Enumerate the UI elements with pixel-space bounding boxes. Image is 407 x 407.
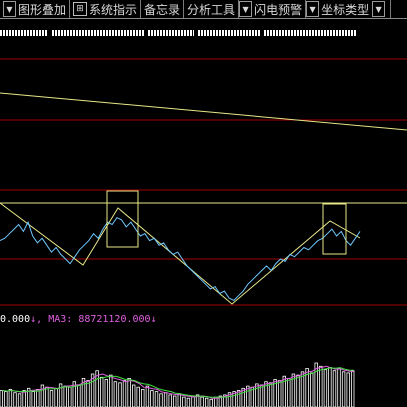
toolbar-overlay-label: 图形叠加: [18, 2, 67, 17]
volume-bar: [300, 371, 305, 407]
volume-bar: [31, 391, 35, 407]
chevron-down-icon[interactable]: ▼: [372, 1, 386, 17]
volume-bar: [150, 390, 154, 407]
top-toolbar: ▼ 图形叠加 ⊞ 系统指示 备忘录 分析工具 ▼ 闪电预警 ▼ 坐标类型 ▼: [0, 0, 407, 19]
volume-bar: [4, 391, 8, 407]
volume-bar: [54, 387, 58, 407]
volume-bar: [268, 382, 273, 407]
volume-bar: [163, 392, 168, 407]
volume-bar: [319, 365, 323, 407]
volume-bar: [191, 395, 195, 407]
volume-bar: [172, 395, 177, 407]
volume-bar: [36, 388, 40, 407]
volume-bar: [323, 369, 328, 407]
stats-strip: [0, 30, 407, 37]
trend-line: [0, 92, 407, 131]
volume-bar: [309, 372, 314, 407]
volume-bar: [17, 393, 22, 407]
toolbar-overlay-button[interactable]: ▼ 图形叠加: [0, 0, 71, 18]
volume-indicator-legend: 0.000↓, MA3: 88721120.000↓: [0, 314, 157, 325]
volume-bar: [337, 368, 341, 407]
volume-bar: [100, 376, 104, 407]
volume-bar: [63, 385, 67, 407]
volume-bar: [68, 386, 72, 407]
toolbar-analysis-tools-button[interactable]: 分析工具: [184, 0, 240, 18]
volume-bar: [259, 384, 264, 407]
volume-bar: [131, 384, 136, 407]
volume-bar: [45, 386, 49, 407]
toolbar-flash-alert-label: 闪电预警: [254, 2, 303, 17]
volume-bar: [332, 370, 337, 407]
volume-bar: [141, 388, 145, 407]
volume-bar: [113, 381, 118, 407]
volume-bar: [49, 390, 54, 407]
volume-bar: [177, 393, 181, 407]
volume-bar: [145, 385, 150, 407]
ma3-label: MA3:: [48, 314, 73, 325]
pattern-line: [0, 202, 361, 305]
toolbar-system-indicator-label: 系统指示: [89, 2, 138, 17]
chevron-down-icon[interactable]: ▼: [239, 1, 253, 17]
toolbar-memo-button[interactable]: 备忘录: [141, 0, 185, 18]
volume-bar: [159, 393, 163, 407]
volume-bar: [204, 397, 209, 407]
price-chart[interactable]: [0, 40, 407, 407]
grid-icon: ⊞: [73, 2, 88, 16]
volume-bar: [200, 396, 204, 407]
toolbar-analysis-tools-label: 分析工具: [187, 2, 236, 17]
volume-bar: [255, 383, 259, 407]
volume-bar: [182, 396, 186, 407]
volume-bar: [109, 374, 113, 407]
highlight-box: [322, 203, 347, 255]
indicator-first-value: 0.000: [0, 314, 31, 325]
volume-bar: [8, 388, 13, 407]
volume-bar: [13, 392, 17, 407]
toolbar-flash-alert-button[interactable]: ▼ 闪电预警: [239, 0, 307, 18]
ma3-value: 88721120.000: [78, 314, 151, 325]
volume-bar: [122, 380, 127, 407]
arrow-down-icon: ↓: [150, 314, 157, 325]
volume-bar: [236, 390, 241, 407]
volume-bar: [22, 390, 26, 407]
toolbar-memo-label: 备忘录: [144, 2, 181, 17]
volume-bar: [350, 370, 355, 407]
volume-bar: [104, 379, 108, 407]
volume-bar: [209, 398, 213, 407]
chevron-down-icon[interactable]: ▼: [306, 1, 320, 17]
volume-bar: [287, 377, 291, 407]
volume-bar: [0, 390, 3, 407]
volume-bar: [154, 391, 159, 407]
toolbar-system-indicator-button[interactable]: ⊞ 系统指示: [70, 0, 142, 18]
volume-bar: [86, 380, 90, 407]
volume-bar: [77, 384, 81, 407]
toolbar-axis-type-label: 坐标类型: [321, 2, 370, 17]
volume-bar: [186, 397, 191, 407]
volume-bar: [341, 371, 346, 407]
toolbar-axis-type-button[interactable]: ▼ 坐标类型 ▼: [306, 0, 392, 18]
volume-bar: [296, 374, 300, 407]
volume-bar: [118, 382, 122, 407]
volume-bar: [168, 394, 172, 407]
volume-bar: [277, 380, 282, 407]
chevron-down-icon[interactable]: ▼: [3, 1, 16, 17]
volume-bar: [136, 386, 140, 407]
volume-bar: [346, 372, 350, 407]
volume-bar: [127, 377, 131, 407]
volume-bar: [328, 366, 332, 407]
